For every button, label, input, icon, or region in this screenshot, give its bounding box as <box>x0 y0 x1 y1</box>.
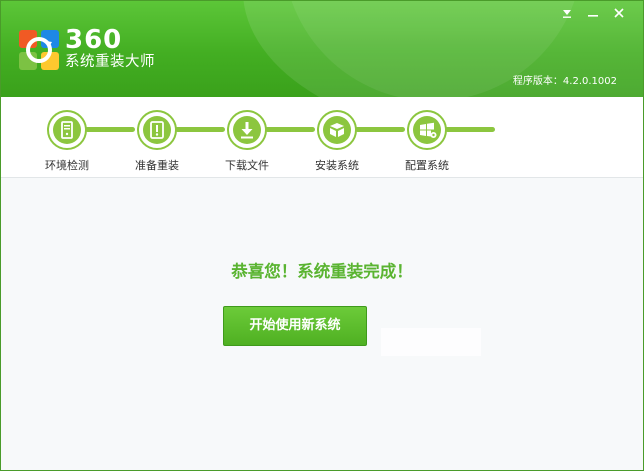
app-window: 360 系统重装大师 程序版本：4.2.0.1002 环境检测 准备重装 下载文… <box>0 0 644 471</box>
app-logo-icon <box>19 30 59 70</box>
step-label: 安装系统 <box>315 159 359 172</box>
step-configure <box>407 110 447 150</box>
step-label: 配置系统 <box>405 159 449 172</box>
step-download <box>227 110 267 150</box>
step-environment-check <box>47 110 87 150</box>
step-connector <box>175 127 225 132</box>
step-label: 下载文件 <box>225 159 269 172</box>
completion-message: 恭喜您！系统重装完成！ <box>231 262 413 281</box>
start-new-system-button[interactable]: 开始使用新系统 <box>223 306 367 346</box>
close-icon[interactable] <box>613 7 625 19</box>
progress-steps: 环境检测 准备重装 下载文件 安装系统 配置系统 <box>1 97 643 178</box>
logo-360-text: 360 <box>65 25 123 55</box>
blank-overlay <box>381 328 481 356</box>
step-label: 环境检测 <box>45 159 89 172</box>
step-install <box>317 110 357 150</box>
install-icon <box>330 123 344 137</box>
window-controls <box>561 7 625 19</box>
step-prepare <box>137 110 177 150</box>
main-content: 恭喜您！系统重装完成！ 开始使用新系统 <box>1 178 643 470</box>
step-connector <box>445 127 495 132</box>
minimize-button[interactable] <box>587 7 599 19</box>
app-name: 系统重装大师 <box>65 54 155 70</box>
download-arrow-icon <box>241 122 253 139</box>
header: 360 系统重装大师 程序版本：4.2.0.1002 <box>1 1 643 97</box>
step-connector <box>85 127 135 132</box>
step-connector <box>265 127 315 132</box>
version-label: 程序版本：4.2.0.1002 <box>512 76 617 87</box>
minimize-arrow-icon[interactable] <box>561 7 573 19</box>
exclamation-doc-icon <box>150 121 164 139</box>
step-label: 准备重装 <box>135 159 179 172</box>
windows-config-icon <box>420 122 437 138</box>
server-check-icon <box>61 121 73 139</box>
step-connector <box>355 127 405 132</box>
